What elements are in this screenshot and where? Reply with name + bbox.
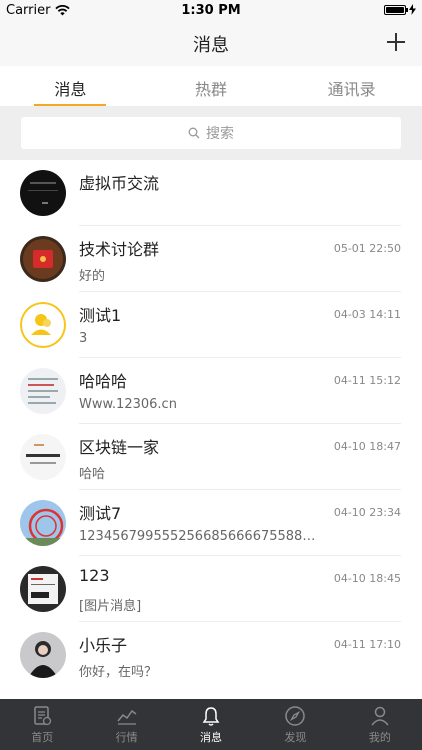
status-bar: Carrier 1:30 PM <box>0 0 422 22</box>
person-icon <box>371 706 389 726</box>
market-chart-icon <box>117 709 137 725</box>
tabbar-market-label: 行情 <box>115 731 138 744</box>
tabbar-home-label: 首页 <box>31 731 54 744</box>
conversation-preview: [图片消息] <box>79 599 142 614</box>
tab-messages[interactable]: 消息 <box>0 66 141 106</box>
tabbar-messages[interactable]: 消息 <box>169 699 253 750</box>
tabbar-discover[interactable]: 发现 <box>253 699 337 750</box>
clock: 1:30 PM <box>181 3 241 18</box>
tabbar-discover-label: 发现 <box>284 731 307 744</box>
tabbar-home[interactable]: 首页 <box>0 699 84 750</box>
conversation-preview: 1234567995552566856666755885... <box>79 529 319 544</box>
conversation-time: 05-01 22:50 <box>333 242 401 255</box>
conversation-time: 04-03 14:11 <box>333 308 401 321</box>
avatar <box>20 236 66 282</box>
conversation-name: 虚拟币交流 <box>79 174 160 193</box>
conversation-preview: 你好，在吗？ <box>79 665 158 680</box>
conversation-time: 04-11 17:10 <box>333 638 401 651</box>
conversation-item[interactable]: 测试7 1234567995552566856666755885... 04-1… <box>0 490 422 556</box>
conversation-item[interactable]: 虚拟币交流 <box>0 160 422 226</box>
avatar <box>20 368 66 414</box>
tabbar-me[interactable]: 我的 <box>338 699 422 750</box>
conversation-preview: 好的 <box>79 269 106 284</box>
top-tabs: 消息 热群 通讯录 <box>0 66 422 106</box>
conversation-item[interactable]: 技术讨论群 好的 05-01 22:50 <box>0 226 422 292</box>
conversation-name: 123 <box>79 566 110 585</box>
search-area: 搜索 <box>0 106 422 160</box>
conversation-item[interactable]: 123 [图片消息] 04-10 18:45 <box>0 556 422 622</box>
battery-icon <box>384 4 408 15</box>
conversation-time: 04-10 18:45 <box>333 572 401 585</box>
charging-bolt-icon <box>409 4 416 15</box>
avatar <box>20 566 66 612</box>
conversation-item[interactable]: 区块链一家 哈哈 04-10 18:47 <box>0 424 422 490</box>
avatar <box>20 434 66 480</box>
conversation-preview: 哈哈 <box>79 467 106 482</box>
avatar <box>20 302 66 348</box>
add-plus-icon[interactable] <box>384 30 408 54</box>
bell-icon <box>202 707 220 726</box>
navigation-bar: 消息 <box>0 22 422 66</box>
home-doc-icon <box>34 706 52 726</box>
compass-icon <box>285 706 306 726</box>
page-title: 消息 <box>193 35 229 56</box>
tabbar-market[interactable]: 行情 <box>84 699 168 750</box>
conversation-name: 哈哈哈 <box>79 372 128 391</box>
conversation-name: 小乐子 <box>79 636 128 655</box>
tab-hot-groups[interactable]: 热群 <box>141 66 282 106</box>
conversation-name: 技术讨论群 <box>79 240 160 259</box>
conversation-preview: 3 <box>79 331 88 346</box>
battery-area <box>384 4 416 15</box>
tab-contacts[interactable]: 通讯录 <box>281 66 422 106</box>
tabbar-messages-label: 消息 <box>200 731 223 744</box>
bottom-tab-bar: 首页 行情 消息 发现 我的 <box>0 699 422 750</box>
search-input[interactable]: 搜索 <box>21 117 401 149</box>
avatar <box>20 500 66 546</box>
avatar <box>20 170 66 216</box>
conversation-item[interactable]: 测试1 3 04-03 14:11 <box>0 292 422 358</box>
conversation-time: 04-10 23:34 <box>333 506 401 519</box>
conversation-preview: Www.12306.cn <box>79 397 177 412</box>
avatar <box>20 632 66 678</box>
tabbar-me-label: 我的 <box>368 731 391 744</box>
conversation-item[interactable]: 小乐子 你好，在吗？ 04-11 17:10 <box>0 622 422 688</box>
conversation-name: 区块链一家 <box>79 438 160 457</box>
conversation-time: 04-11 15:12 <box>333 374 401 387</box>
search-placeholder: 搜索 <box>206 126 234 142</box>
conversation-item[interactable]: 哈哈哈 Www.12306.cn 04-11 15:12 <box>0 358 422 424</box>
conversation-name: 测试7 <box>79 504 122 523</box>
conversation-time: 04-10 18:47 <box>333 440 401 453</box>
conversation-name: 测试1 <box>79 306 122 325</box>
conversation-list: 虚拟币交流 技术讨论群 好的 05-01 22:50 测试1 3 04-03 1… <box>0 160 422 688</box>
search-icon <box>188 127 200 139</box>
